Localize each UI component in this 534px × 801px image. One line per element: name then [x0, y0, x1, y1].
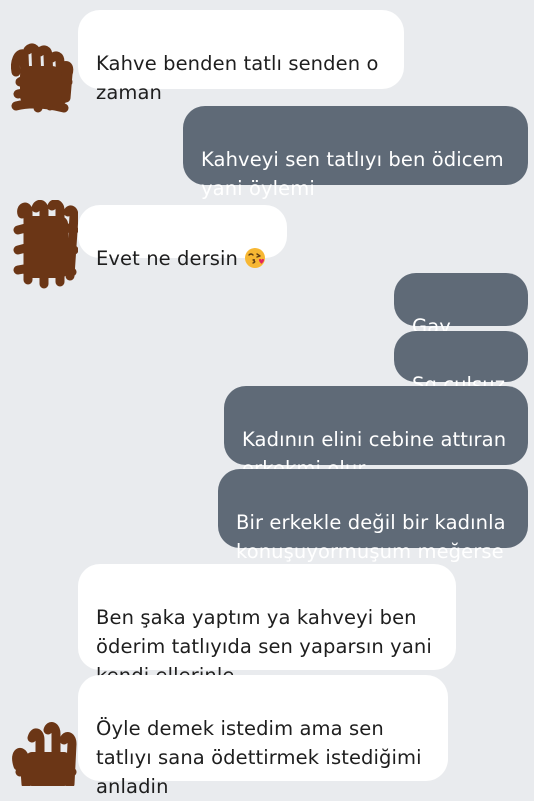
message-bubble-outgoing[interactable]: Sg çulsuz [394, 331, 528, 396]
message-bubble-outgoing[interactable]: Bir erkekle değil bir kadınla konuşuyorm… [218, 469, 528, 563]
redacted-avatar-3 [12, 722, 77, 786]
message-bubble-incoming[interactable]: Ben şaka yaptım ya kahveyi ben öderim ta… [78, 564, 456, 687]
message-bubble-incoming[interactable]: Evet ne dersin [78, 205, 287, 270]
message-bubble-outgoing[interactable]: Kahveyi sen tatlıyı ben ödicem yani öyle… [183, 106, 528, 200]
message-text: Kahve benden tatlı senden o zaman [96, 52, 379, 104]
message-text: Kahveyi sen tatlıyı ben ödicem yani öyle… [201, 148, 504, 200]
face-blowing-kiss-emoji [245, 248, 265, 268]
redacted-avatar-1 [11, 43, 74, 113]
message-text: Bir erkekle değil bir kadınla konuşuyorm… [236, 511, 506, 563]
message-bubble-incoming[interactable]: Kahve benden tatlı senden o zaman [78, 10, 404, 104]
message-bubble-outgoing[interactable]: Gay derim [394, 273, 528, 367]
message-bubble-outgoing[interactable]: Kadının elini cebine attıran erkekmi olu… [224, 386, 528, 480]
message-bubble-incoming[interactable]: Öyle demek istedim ama sen tatlıyı sana … [78, 675, 448, 798]
message-text: Öyle demek istedim ama sen tatlıyı sana … [96, 717, 422, 798]
message-text: Evet ne dersin [96, 247, 238, 270]
redacted-avatar-2 [13, 200, 78, 289]
